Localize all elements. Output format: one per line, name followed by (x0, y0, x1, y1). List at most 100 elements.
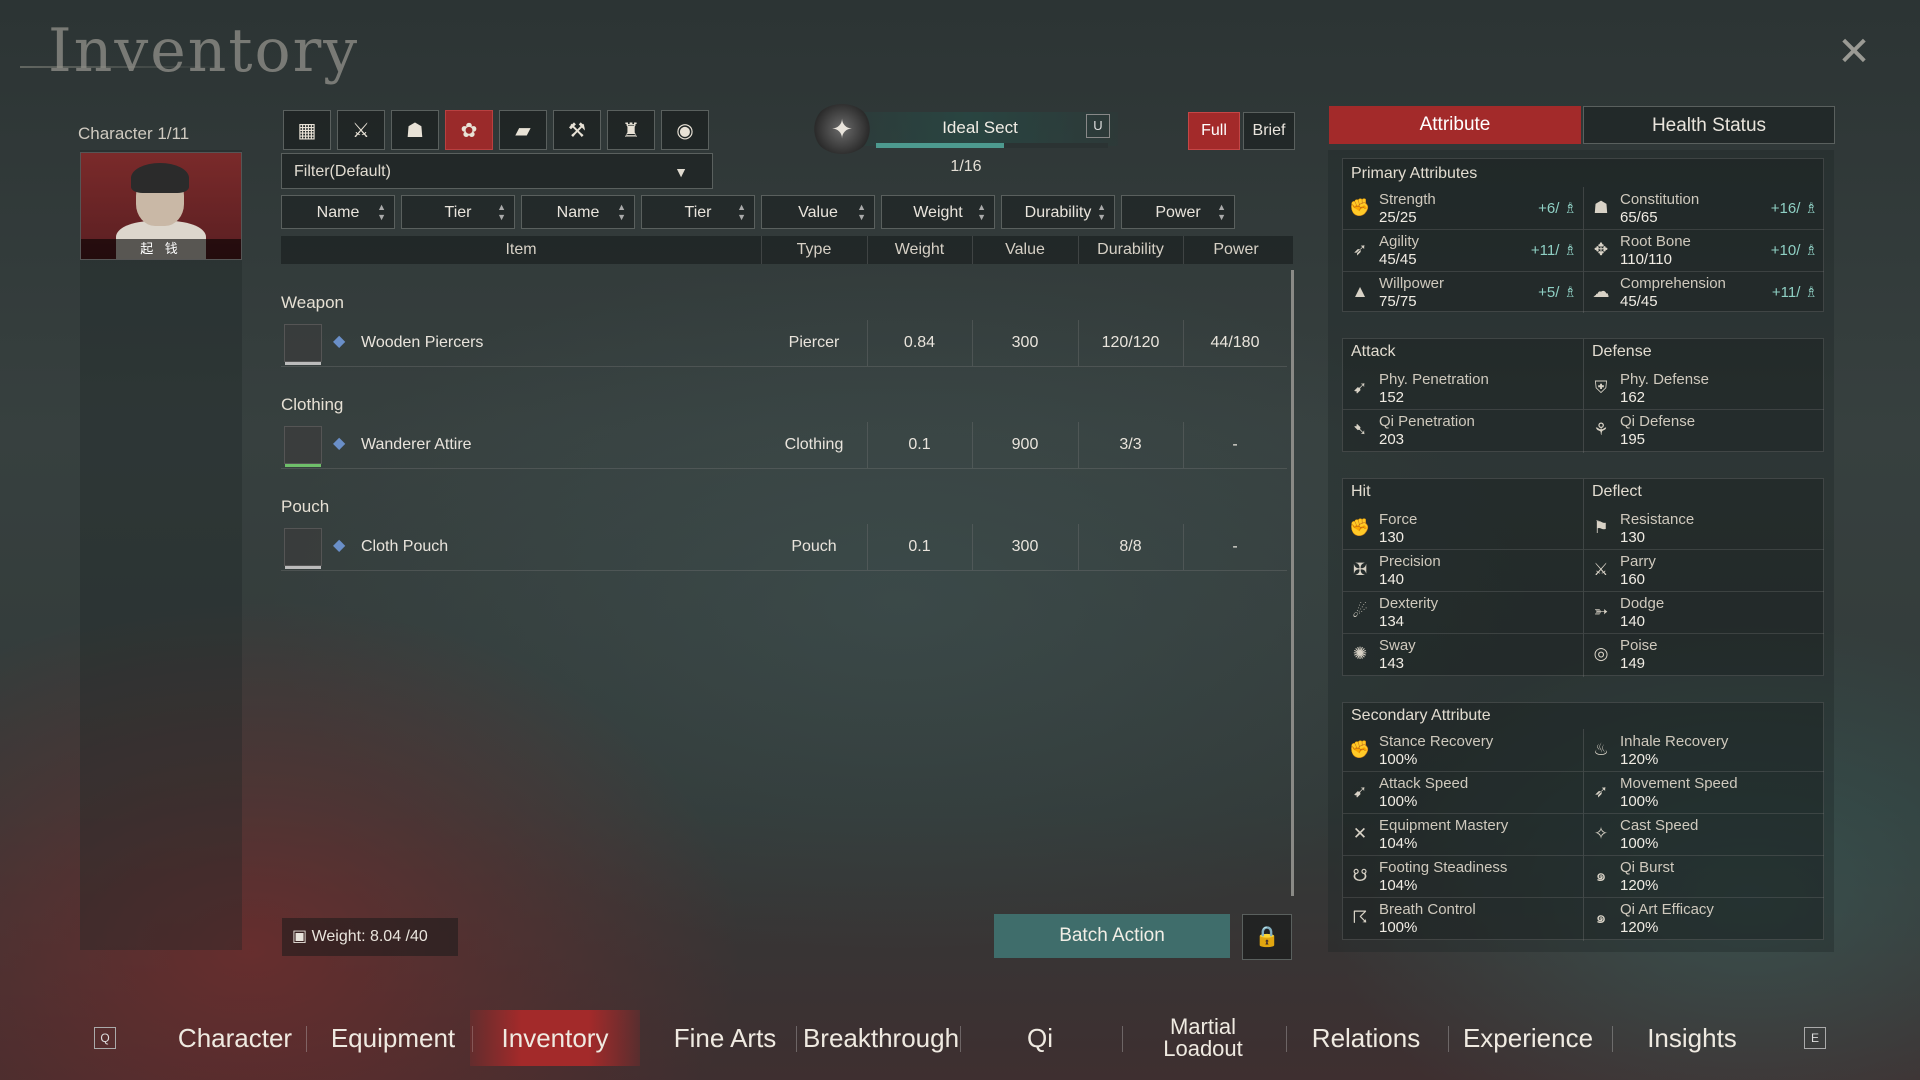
stat-value: 195 (1620, 431, 1646, 448)
sort-name-button[interactable]: Name ▲ ▼ (281, 195, 395, 229)
title-divider (20, 66, 240, 68)
category-material-tab[interactable]: ⚒ (553, 110, 601, 150)
stat-value: 65/65 (1620, 209, 1658, 226)
header-type: Type (761, 236, 868, 264)
stat-name: Phy. Defense (1620, 371, 1709, 388)
stat-precision: ✠ Precision 140 (1343, 549, 1583, 592)
category-all-tab[interactable]: ▦ (283, 110, 331, 150)
tab-inventory[interactable]: Inventory (470, 1010, 640, 1066)
stat-value: 203 (1379, 431, 1405, 448)
stat-name: Movement Speed (1620, 775, 1738, 792)
table-row[interactable]: ◆ Wanderer Attire Clothing 0.1 900 3/3 - (281, 422, 1287, 469)
stat-force: ✊ Force 130 (1343, 507, 1583, 550)
prev-tab-key[interactable]: Q (94, 1027, 116, 1049)
stat-name: Poise (1620, 637, 1658, 654)
hit-deflect-group: Hit Deflect ✊ Force 130 ⚑ Resistance 130 ✠ Pr… (1342, 478, 1824, 677)
stance-recovery-icon: ✊ (1349, 740, 1371, 759)
poise-icon: ◎ (1593, 644, 1609, 663)
stat-value: 104% (1379, 835, 1418, 852)
category-weapon-tab[interactable]: ⚔ (337, 110, 385, 150)
stat-strength: ✊ Strength 25/25 +6/ ♗ (1343, 187, 1583, 230)
sort-tier-button[interactable]: Tier ▲ ▼ (641, 195, 755, 229)
tab-fine-arts[interactable]: Fine Arts (640, 1010, 810, 1066)
full-view-button[interactable]: Full (1188, 112, 1240, 150)
sort-arrows-icon: ▲ ▼ (497, 202, 506, 222)
stat-qi-burst: ๑ Qi Burst 120% (1584, 855, 1824, 898)
item-type: Clothing (761, 422, 868, 468)
grid-icon: ▦ (297, 119, 317, 142)
resistance-icon: ⚑ (1593, 518, 1609, 537)
category-misc-tab[interactable]: ◉ (661, 110, 709, 150)
stat-movement-speed: ➶ Movement Speed 100% (1584, 771, 1824, 814)
tab-qi[interactable]: Qi (960, 1010, 1120, 1066)
header-durability: Durability (1078, 236, 1184, 264)
sort-weight-button[interactable]: Weight ▲ ▼ (881, 195, 995, 229)
stat-poise: ◎ Poise 149 (1584, 633, 1824, 675)
category-book-tab[interactable]: ▰ (499, 110, 547, 150)
sort-durability-button[interactable]: Durability ▲ ▼ (1001, 195, 1115, 229)
item-value: 300 (972, 320, 1079, 366)
brief-view-button[interactable]: Brief (1243, 112, 1295, 150)
header-value: Value (972, 236, 1079, 264)
next-tab-key[interactable]: E (1804, 1027, 1826, 1049)
stat-name: Dodge (1620, 595, 1665, 612)
precision-icon: ✠ (1352, 560, 1368, 579)
column-divider (1583, 187, 1584, 313)
tab-equipment[interactable]: Equipment (308, 1010, 478, 1066)
table-row[interactable]: ◆ Wooden Piercers Piercer 0.84 300 120/1… (281, 320, 1287, 367)
tab-health-status[interactable]: Health Status (1583, 106, 1835, 144)
filter-dropdown[interactable]: Filter(Default) ▼ (281, 153, 713, 189)
stat-value: 45/45 (1379, 251, 1417, 268)
stat-value: 130 (1620, 529, 1646, 546)
filter-label: Filter(Default) (294, 163, 391, 180)
stat-resistance: ⚑ Resistance 130 (1584, 507, 1824, 550)
tab-experience[interactable]: Experience (1448, 1010, 1608, 1066)
sort-power-button[interactable]: Power ▲ ▼ (1121, 195, 1235, 229)
item-durability: 8/8 (1078, 524, 1184, 570)
durability-strip (285, 566, 321, 569)
stat-value: 149 (1620, 655, 1646, 672)
close-icon[interactable]: ✕ (1832, 30, 1876, 74)
item-weight: 0.1 (867, 524, 973, 570)
sort-tier-button[interactable]: Tier ▲ ▼ (401, 195, 515, 229)
category-armor-tab[interactable]: ☗ (391, 110, 439, 150)
table-row[interactable]: ◆ Cloth Pouch Pouch 0.1 300 8/8 - (281, 524, 1287, 571)
tab-attribute[interactable]: Attribute (1329, 106, 1581, 144)
lock-icon[interactable]: 🔒 (1242, 914, 1292, 960)
category-consumable-tab[interactable]: ✿ (445, 110, 493, 150)
sort-label: Value (798, 204, 838, 221)
character-name: 起 钱 (81, 239, 241, 259)
sect-progress-fill (876, 143, 1004, 148)
misc-category-icon: ◉ (676, 119, 694, 142)
inventory-scrollbar[interactable] (1291, 270, 1294, 896)
item-power: 44/180 (1210, 334, 1260, 351)
tab-character[interactable]: Character (150, 1010, 320, 1066)
tab-breakthrough[interactable]: Breakthrough (796, 1010, 966, 1066)
tab-insights[interactable]: Insights (1612, 1010, 1772, 1066)
stat-name: Footing Steadiness (1379, 859, 1508, 876)
stat-name: Breath Control (1379, 901, 1476, 918)
sort-label: Name (316, 204, 360, 221)
sort-name-button[interactable]: Name ▲ ▼ (521, 195, 635, 229)
inhale-recovery-icon: ♨ (1593, 740, 1609, 759)
sort-arrows-icon: ▲ ▼ (977, 202, 986, 222)
stat-value: 160 (1620, 571, 1646, 588)
phy-defense-icon: ⛨ (1594, 378, 1608, 397)
parry-icon: ⚔ (1593, 560, 1609, 579)
tab-martial-loadout[interactable]: Martial Loadout (1122, 1010, 1284, 1066)
character-portrait[interactable]: 起 钱 (80, 152, 242, 260)
armor-category-icon: ☗ (406, 119, 424, 142)
tab-label-line2: Loadout (1163, 1036, 1243, 1061)
stat-root-bone: ✥ Root Bone 110/110 +10/ ♗ (1584, 229, 1824, 272)
item-durability: 120/120 (1078, 320, 1184, 366)
tier-gem-icon: ◆ (333, 537, 346, 554)
stat-parry: ⚔ Parry 160 (1584, 549, 1824, 592)
sort-arrows-icon: ▲ ▼ (617, 202, 626, 222)
stat-name: Inhale Recovery (1620, 733, 1729, 750)
category-pouch-tab[interactable]: ♜ (607, 110, 655, 150)
tab-relations[interactable]: Relations (1286, 1010, 1446, 1066)
stat-name: Willpower (1379, 275, 1445, 292)
sort-value-button[interactable]: Value ▲ ▼ (761, 195, 875, 229)
batch-action-button[interactable]: Batch Action (994, 914, 1230, 958)
stat-attack-speed: ➹ Attack Speed 100% (1343, 771, 1583, 814)
